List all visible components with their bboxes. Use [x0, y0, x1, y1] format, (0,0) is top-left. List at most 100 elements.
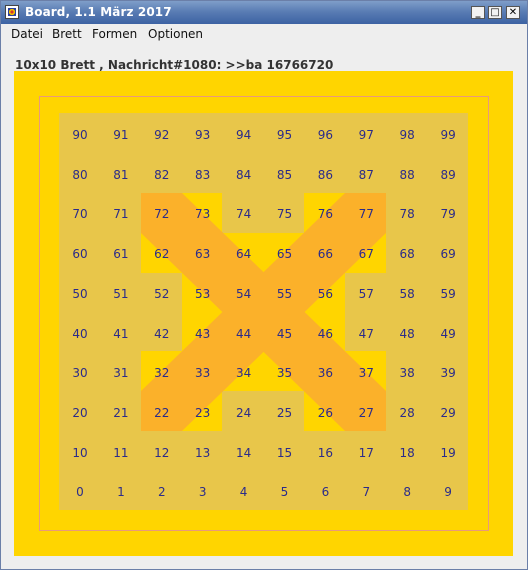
- board-cell-number[interactable]: 11: [106, 446, 136, 460]
- board-cell-number[interactable]: 84: [229, 168, 259, 182]
- board-cell-number[interactable]: 98: [392, 128, 422, 142]
- board-cell-number[interactable]: 77: [351, 207, 381, 221]
- minimize-button[interactable]: _: [471, 6, 485, 19]
- board-cell-number[interactable]: 60: [65, 247, 95, 261]
- board-cell-number[interactable]: 70: [65, 207, 95, 221]
- board-cell-number[interactable]: 97: [351, 128, 381, 142]
- board-cell-number[interactable]: 4: [229, 485, 259, 499]
- board-cell-number[interactable]: 88: [392, 168, 422, 182]
- menu-brett[interactable]: Brett: [52, 27, 82, 41]
- board-cell-number[interactable]: 59: [433, 287, 463, 301]
- board-cell-number[interactable]: 47: [351, 327, 381, 341]
- board-cell-number[interactable]: 40: [65, 327, 95, 341]
- board-cell-number[interactable]: 5: [270, 485, 300, 499]
- board-cell-number[interactable]: 54: [229, 287, 259, 301]
- board-cell-number[interactable]: 71: [106, 207, 136, 221]
- board-cell-number[interactable]: 31: [106, 366, 136, 380]
- board-cell-number[interactable]: 57: [351, 287, 381, 301]
- board-cell-number[interactable]: 73: [188, 207, 218, 221]
- board-cell-number[interactable]: 92: [147, 128, 177, 142]
- board-cell-number[interactable]: 22: [147, 406, 177, 420]
- maximize-button[interactable]: □: [488, 6, 502, 19]
- board-cell-number[interactable]: 78: [392, 207, 422, 221]
- board-cell-number[interactable]: 29: [433, 406, 463, 420]
- board-cell-number[interactable]: 3: [188, 485, 218, 499]
- board-cell-number[interactable]: 81: [106, 168, 136, 182]
- board-cell-number[interactable]: 63: [188, 247, 218, 261]
- board-cell-number[interactable]: 16: [310, 446, 340, 460]
- board-cell-number[interactable]: 86: [310, 168, 340, 182]
- board-cell-number[interactable]: 28: [392, 406, 422, 420]
- board-cell-number[interactable]: 72: [147, 207, 177, 221]
- board-cell-number[interactable]: 43: [188, 327, 218, 341]
- board-cell-number[interactable]: 32: [147, 366, 177, 380]
- board-cell-number[interactable]: 53: [188, 287, 218, 301]
- board-cell-number[interactable]: 48: [392, 327, 422, 341]
- board-cell-number[interactable]: 58: [392, 287, 422, 301]
- board-cell-number[interactable]: 45: [270, 327, 300, 341]
- board-cell-number[interactable]: 75: [270, 207, 300, 221]
- board-cell-number[interactable]: 82: [147, 168, 177, 182]
- board-cell-number[interactable]: 41: [106, 327, 136, 341]
- menu-datei[interactable]: Datei: [11, 27, 43, 41]
- board-cell-number[interactable]: 23: [188, 406, 218, 420]
- board-cell-number[interactable]: 91: [106, 128, 136, 142]
- board-cell-number[interactable]: 21: [106, 406, 136, 420]
- board-cell-number[interactable]: 12: [147, 446, 177, 460]
- board-cell-number[interactable]: 80: [65, 168, 95, 182]
- board-cell-number[interactable]: 0: [65, 485, 95, 499]
- board-cell-number[interactable]: 36: [310, 366, 340, 380]
- board-cell-number[interactable]: 83: [188, 168, 218, 182]
- board-cell-number[interactable]: 2: [147, 485, 177, 499]
- close-button[interactable]: ✕: [506, 6, 520, 19]
- board-cell-number[interactable]: 66: [310, 247, 340, 261]
- board-cell-number[interactable]: 50: [65, 287, 95, 301]
- board-cell-number[interactable]: 94: [229, 128, 259, 142]
- board-cell-number[interactable]: 19: [433, 446, 463, 460]
- board-cell-number[interactable]: 44: [229, 327, 259, 341]
- board-cell-number[interactable]: 62: [147, 247, 177, 261]
- board-cell-number[interactable]: 90: [65, 128, 95, 142]
- board-cell-number[interactable]: 46: [310, 327, 340, 341]
- board-cell-number[interactable]: 42: [147, 327, 177, 341]
- board-cell-number[interactable]: 6: [310, 485, 340, 499]
- board-cell-number[interactable]: 61: [106, 247, 136, 261]
- board-cell-number[interactable]: 24: [229, 406, 259, 420]
- board-cell-number[interactable]: 33: [188, 366, 218, 380]
- board-cell-number[interactable]: 56: [310, 287, 340, 301]
- board-cell-number[interactable]: 20: [65, 406, 95, 420]
- board-cell-number[interactable]: 15: [270, 446, 300, 460]
- board-cell-number[interactable]: 35: [270, 366, 300, 380]
- board-cell-number[interactable]: 68: [392, 247, 422, 261]
- board-cell-number[interactable]: 17: [351, 446, 381, 460]
- board-cell-number[interactable]: 87: [351, 168, 381, 182]
- board-cell-number[interactable]: 27: [351, 406, 381, 420]
- board-cell-number[interactable]: 13: [188, 446, 218, 460]
- board-cell-number[interactable]: 85: [270, 168, 300, 182]
- board-cell-number[interactable]: 93: [188, 128, 218, 142]
- board-cell-number[interactable]: 18: [392, 446, 422, 460]
- board-cell-number[interactable]: 74: [229, 207, 259, 221]
- board-cell-number[interactable]: 51: [106, 287, 136, 301]
- board-cell-number[interactable]: 65: [270, 247, 300, 261]
- title-bar[interactable]: Board, 1.1 März 2017 _ □ ✕: [1, 1, 527, 24]
- board-cell-number[interactable]: 26: [310, 406, 340, 420]
- board-cell-number[interactable]: 69: [433, 247, 463, 261]
- board-cell-number[interactable]: 38: [392, 366, 422, 380]
- board-cell-number[interactable]: 49: [433, 327, 463, 341]
- app-icon[interactable]: [5, 5, 19, 19]
- board-cell-number[interactable]: 25: [270, 406, 300, 420]
- menu-formen[interactable]: Formen: [92, 27, 137, 41]
- board-cell-number[interactable]: 39: [433, 366, 463, 380]
- board-cell-number[interactable]: 34: [229, 366, 259, 380]
- board-cell-number[interactable]: 7: [351, 485, 381, 499]
- board-cell-number[interactable]: 10: [65, 446, 95, 460]
- board-cell-number[interactable]: 67: [351, 247, 381, 261]
- board-cell-number[interactable]: 76: [310, 207, 340, 221]
- board-cell-number[interactable]: 1: [106, 485, 136, 499]
- board-cell-number[interactable]: 99: [433, 128, 463, 142]
- board-cell-number[interactable]: 14: [229, 446, 259, 460]
- board-cell-number[interactable]: 8: [392, 485, 422, 499]
- board-cell-number[interactable]: 55: [270, 287, 300, 301]
- board-cell-number[interactable]: 52: [147, 287, 177, 301]
